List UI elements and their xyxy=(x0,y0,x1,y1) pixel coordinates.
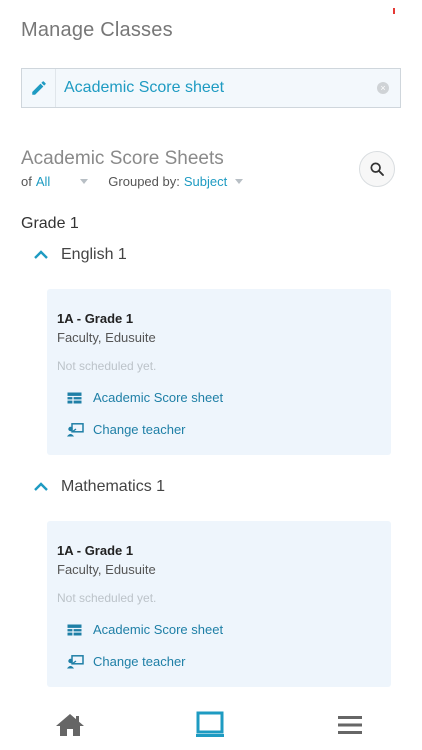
score-sheet-link[interactable]: Academic Score sheet xyxy=(67,622,223,637)
of-label: of xyxy=(21,174,32,189)
bottom-nav xyxy=(0,700,422,750)
class-card: 1A - Grade 1 Faculty, Edusuite Not sched… xyxy=(47,289,391,455)
teacher-name: Faculty, Edusuite xyxy=(57,562,156,577)
chevron-down-icon[interactable] xyxy=(235,179,244,184)
teacher-name: Faculty, Edusuite xyxy=(57,330,156,345)
class-name: 1A - Grade 1 xyxy=(57,543,134,558)
change-teacher-label: Change teacher xyxy=(93,422,186,437)
change-teacher-link[interactable]: Change teacher xyxy=(67,654,186,669)
score-sheet-label: Academic Score sheet xyxy=(93,390,224,405)
subject-name: English 1 xyxy=(61,246,127,263)
change-teacher-link[interactable]: Change teacher xyxy=(67,422,186,437)
grade-heading: Grade 1 xyxy=(21,215,79,232)
teacher-board-icon xyxy=(67,654,85,669)
home-icon xyxy=(56,714,84,736)
nav-classroom[interactable] xyxy=(194,710,226,740)
search-button[interactable] xyxy=(359,151,395,187)
class-card: 1A - Grade 1 Faculty, Edusuite Not sched… xyxy=(47,521,391,687)
change-teacher-label: Change teacher xyxy=(93,654,186,669)
search-icon xyxy=(370,162,384,176)
schedule-status: Not scheduled yet. xyxy=(57,359,157,373)
filter-all-link[interactable]: All xyxy=(36,174,50,189)
group-label: Grouped by: xyxy=(108,174,180,189)
nav-home[interactable] xyxy=(54,710,86,740)
clear-icon[interactable]: × xyxy=(377,82,389,94)
class-name: 1A - Grade 1 xyxy=(57,311,134,326)
menu-icon xyxy=(338,716,362,734)
selector-label: Academic Score sheet xyxy=(64,79,225,96)
section-title: Academic Score Sheets xyxy=(21,148,224,169)
nav-menu[interactable] xyxy=(334,710,366,740)
score-sheet-label: Academic Score sheet xyxy=(93,622,224,637)
classroom-icon xyxy=(196,711,224,737)
pencil-icon xyxy=(22,69,56,107)
class-type-selector[interactable]: Academic Score sheet × xyxy=(21,68,401,108)
chevron-up-icon xyxy=(33,482,53,492)
schedule-status: Not scheduled yet. xyxy=(57,591,157,605)
group-by-link[interactable]: Subject xyxy=(184,174,227,189)
score-sheet-link[interactable]: Academic Score sheet xyxy=(67,390,223,405)
subject-toggle-mathematics[interactable]: Mathematics 1 xyxy=(33,478,165,496)
status-indicator xyxy=(393,8,395,14)
chevron-down-icon[interactable] xyxy=(80,179,89,184)
filter-bar: of All Grouped by: Subject xyxy=(21,174,244,189)
subject-toggle-english[interactable]: English 1 xyxy=(33,246,127,264)
teacher-board-icon xyxy=(67,422,85,437)
subject-name: Mathematics 1 xyxy=(61,478,166,495)
table-icon xyxy=(67,624,85,636)
page-title: Manage Classes xyxy=(21,19,173,41)
table-icon xyxy=(67,392,85,404)
chevron-up-icon xyxy=(33,250,53,260)
